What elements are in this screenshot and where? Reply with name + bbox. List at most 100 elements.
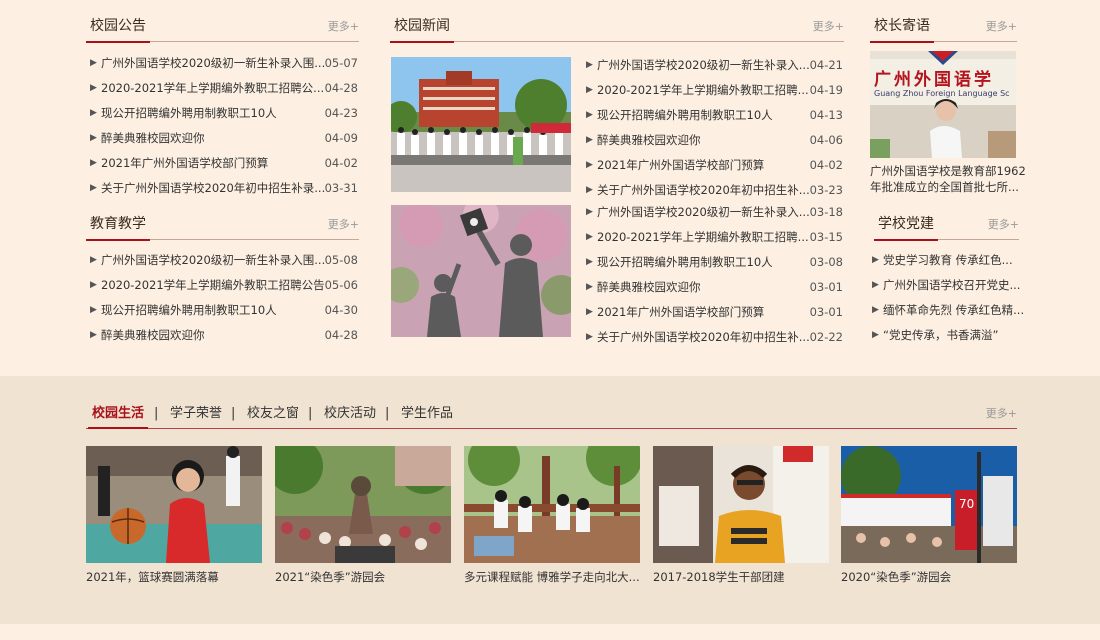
tab-separator: | xyxy=(385,406,390,421)
list-item[interactable]: ▶ 现公开招聘编外聘用制教职工10人 04-13 xyxy=(586,105,843,130)
list-item[interactable]: ▶ 关于广州外国语学校2020年初中招生补... 02-22 xyxy=(586,327,843,352)
list-item[interactable]: ▶ 2020-2021学年上学期编外教职工招聘公告 05-06 xyxy=(90,275,358,300)
life-card-caption: 2017-2018学生干部团建 xyxy=(653,570,785,584)
tab-anniversary-events[interactable]: 校庆活动 xyxy=(324,404,376,424)
life-card-caption: 2021年，篮球赛圆满落幕 xyxy=(86,570,219,584)
life-card-courses[interactable]: 多元课程赋能 博雅学子走向北大... xyxy=(464,446,640,585)
list-item[interactable]: ▶ 现公开招聘编外聘用制教职工10人 04-30 xyxy=(90,300,358,325)
arrow-right-icon: ▶ xyxy=(872,255,879,265)
team-building-photo xyxy=(653,446,829,563)
list-item[interactable]: ▶ 2021年广州外国语学校部门预算 04-02 xyxy=(90,153,358,178)
list-item[interactable]: ▶ 现公开招聘编外聘用制教职工10人 03-08 xyxy=(586,252,843,277)
list-item[interactable]: ▶ 2021年广州外国语学校部门预算 04-02 xyxy=(586,155,843,180)
arrow-right-icon: ▶ xyxy=(90,58,97,68)
list-item[interactable]: ▶ “党史传承，书香满溢” xyxy=(872,325,1020,350)
list-item[interactable]: ▶ 党史学习教育 传承红色... xyxy=(872,250,1020,275)
statue-image xyxy=(391,205,571,337)
principal-desc-line-2: 年批准成立的全国首批七所... xyxy=(870,180,1019,194)
list-item[interactable]: ▶ 缅怀革命先烈 传承红色精... xyxy=(872,300,1024,325)
life-card-garden-party-2020[interactable]: 70 2020“染色季”游园会 xyxy=(841,446,1017,585)
teaching-header: 教育教学 更多+ xyxy=(86,214,359,241)
list-item[interactable]: ▶ 醉美典雅校园欢迎你 04-06 xyxy=(586,130,843,155)
party-header: 学校党建 更多+ xyxy=(874,214,1019,241)
list-item[interactable]: ▶ 2020-2021学年上学期编外教职工招聘... 04-19 xyxy=(586,80,843,105)
party-title: 学校党建 xyxy=(874,214,938,241)
arrow-right-icon: ▶ xyxy=(586,257,593,267)
svg-text:70: 70 xyxy=(959,497,974,511)
announcements-more-link[interactable]: 更多+ xyxy=(328,18,359,34)
arrow-right-icon: ▶ xyxy=(90,255,97,265)
list-item[interactable]: ▶ 醉美典雅校园欢迎你 04-09 xyxy=(90,128,358,153)
list-item[interactable]: ▶ 醉美典雅校园欢迎你 04-28 xyxy=(90,325,358,350)
arrow-right-icon: ▶ xyxy=(586,232,593,242)
arrow-right-icon: ▶ xyxy=(90,133,97,143)
news-list-bottom: ▶ 广州外国语学校2020级初一新生补录入... 03-18 ▶ 2020-2021学… xyxy=(586,202,843,352)
principal-photo[interactable]: 广州外国语学 Guang Zhou Foreign Language Sc xyxy=(870,51,1016,158)
list-item[interactable]: ▶ 现公开招聘编外聘用制教职工10人 04-23 xyxy=(90,103,358,128)
party-list: ▶ 党史学习教育 传承红色... ▶ 广州外国语学校召开党史... ▶ 缅怀革命先烈 … xyxy=(872,250,1024,350)
arrow-right-icon: ▶ xyxy=(586,207,593,217)
list-item[interactable]: ▶ 广州外国语学校2020级初一新生补录入围... 05-07 xyxy=(90,53,358,78)
footer-strip xyxy=(0,624,1100,640)
teaching-more-link[interactable]: 更多+ xyxy=(328,216,359,232)
arrow-right-icon: ▶ xyxy=(90,158,97,168)
arrow-right-icon: ▶ xyxy=(90,280,97,290)
life-card-caption: 多元课程赋能 博雅学子走向北大... xyxy=(464,570,640,584)
garden-party-2021-photo xyxy=(275,446,451,563)
principal-more-link[interactable]: 更多+ xyxy=(986,18,1017,34)
arrow-right-icon: ▶ xyxy=(586,282,593,292)
teaching-title: 教育教学 xyxy=(86,214,150,241)
courses-photo xyxy=(464,446,640,563)
tab-separator: | xyxy=(154,406,159,421)
tab-campus-life[interactable]: 校园生活 xyxy=(87,404,149,429)
news-photo-statue[interactable] xyxy=(391,205,571,337)
principal-title: 校长寄语 xyxy=(870,16,934,43)
arrow-right-icon: ▶ xyxy=(586,60,593,70)
life-card-caption: 2021“染色季”游园会 xyxy=(275,570,386,584)
arrow-right-icon: ▶ xyxy=(586,307,593,317)
list-item[interactable]: ▶ 广州外国语学校召开党史... xyxy=(872,275,1020,300)
campus-life-tabbar: 校园生活 | 学子荣誉 | 校友之窗 | 校庆活动 | 学生作品 更多+ xyxy=(86,403,1017,429)
news-title: 校园新闻 xyxy=(390,16,454,43)
principal-banner-en: Guang Zhou Foreign Language Sc xyxy=(874,89,1010,98)
arrow-right-icon: ▶ xyxy=(90,108,97,118)
list-item[interactable]: ▶ 关于广州外国语学校2020年初中招生补录... 03-31 xyxy=(90,178,358,203)
arrow-right-icon: ▶ xyxy=(586,135,593,145)
tab-alumni-window[interactable]: 校友之窗 xyxy=(247,404,299,424)
list-item[interactable]: ▶ 2020-2021学年上学期编外教职工招聘公... 04-28 xyxy=(90,78,358,103)
life-card-caption: 2020“染色季”游园会 xyxy=(841,570,952,584)
arrow-right-icon: ▶ xyxy=(872,280,879,290)
campus-life-more-link[interactable]: 更多+ xyxy=(986,405,1017,421)
list-item[interactable]: ▶ 醉美典雅校园欢迎你 03-01 xyxy=(586,277,843,302)
principal-description[interactable]: 广州外国语学校是教育部1962 年批准成立的全国首批七所... xyxy=(870,163,1026,195)
arrow-right-icon: ▶ xyxy=(90,183,97,193)
announcements-header: 校园公告 更多+ xyxy=(86,16,359,43)
announcements-title: 校园公告 xyxy=(86,16,150,43)
list-item[interactable]: ▶ 广州外国语学校2020级初一新生补录入围... 05-08 xyxy=(90,250,358,275)
news-header: 校园新闻 更多+ xyxy=(390,16,844,43)
arrow-right-icon: ▶ xyxy=(586,332,593,342)
campus-building-image xyxy=(391,57,571,192)
list-item[interactable]: ▶ 2021年广州外国语学校部门预算 03-01 xyxy=(586,302,843,327)
garden-party-2020-photo: 70 xyxy=(841,446,1017,563)
news-photo-campus-building[interactable] xyxy=(391,57,571,192)
life-card-team-building[interactable]: 2017-2018学生干部团建 xyxy=(653,446,829,585)
arrow-right-icon: ▶ xyxy=(586,185,593,195)
party-more-link[interactable]: 更多+ xyxy=(988,216,1019,232)
arrow-right-icon: ▶ xyxy=(586,85,593,95)
tab-student-works[interactable]: 学生作品 xyxy=(401,404,453,424)
life-card-garden-party-2021[interactable]: 2021“染色季”游园会 xyxy=(275,446,451,585)
list-item[interactable]: ▶ 广州外国语学校2020级初一新生补录入... 03-18 xyxy=(586,202,843,227)
list-item[interactable]: ▶ 广州外国语学校2020级初一新生补录入... 04-21 xyxy=(586,55,843,80)
tab-student-honors[interactable]: 学子荣誉 xyxy=(170,404,222,424)
arrow-right-icon: ▶ xyxy=(872,330,879,340)
news-more-link[interactable]: 更多+ xyxy=(813,18,844,34)
arrow-right-icon: ▶ xyxy=(586,160,593,170)
principal-banner-cn: 广州外国语学 xyxy=(874,70,994,90)
news-list-top: ▶ 广州外国语学校2020级初一新生补录入... 04-21 ▶ 2020-2021学… xyxy=(586,55,843,205)
list-item[interactable]: ▶ 2020-2021学年上学期编外教职工招聘... 03-15 xyxy=(586,227,843,252)
tab-separator: | xyxy=(231,406,236,421)
basketball-photo xyxy=(86,446,262,563)
life-card-basketball[interactable]: 2021年，篮球赛圆满落幕 xyxy=(86,446,262,585)
arrow-right-icon: ▶ xyxy=(586,110,593,120)
